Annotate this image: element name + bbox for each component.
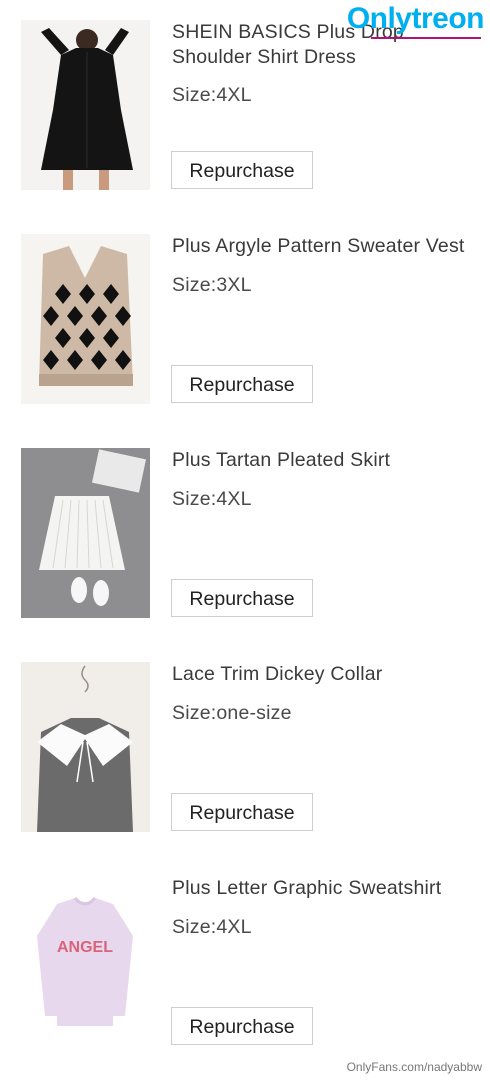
repurchase-button[interactable]: Repurchase <box>171 151 313 189</box>
product-size: Size:3XL <box>172 274 252 296</box>
product-size: Size:one-size <box>172 702 292 724</box>
shirt-dress-picture <box>21 20 150 190</box>
pleated-skirt-picture <box>21 448 150 618</box>
product-image-lace-collar[interactable] <box>21 662 150 832</box>
watermark-underline <box>371 37 481 39</box>
order-item: SHEIN BASICS Plus Drop Shoulder Shirt Dr… <box>0 20 490 234</box>
product-title: Plus Tartan Pleated Skirt <box>172 449 391 471</box>
footer-watermark: OnlyFans.com/nadyabbw <box>346 1060 482 1074</box>
product-title: Plus Letter Graphic Sweatshirt <box>172 877 442 899</box>
product-image-white-pleated-skirt[interactable] <box>21 448 150 618</box>
watermark-treon: treon <box>411 2 485 35</box>
svg-text:ANGEL: ANGEL <box>57 939 113 956</box>
order-item: Plus Argyle Pattern Sweater Vest Size:3X… <box>0 234 490 448</box>
order-item: ANGEL Plus Letter Graphic Sweatshirt Siz… <box>0 876 490 1090</box>
sweater-vest-picture <box>21 234 150 404</box>
product-size: Size:4XL <box>172 488 252 510</box>
repurchase-button[interactable]: Repurchase <box>171 1007 313 1045</box>
product-title: Plus Argyle Pattern Sweater Vest <box>172 235 465 257</box>
brand-watermark-text: Onlytreon <box>346 2 485 36</box>
repurchase-button[interactable]: Repurchase <box>171 579 313 617</box>
lace-collar-picture <box>21 662 150 832</box>
product-size: Size:4XL <box>172 84 252 106</box>
repurchase-button[interactable]: Repurchase <box>171 793 313 831</box>
watermark-only: Only <box>346 2 412 35</box>
product-title: Lace Trim Dickey Collar <box>172 663 383 685</box>
sweatshirt-picture: ANGEL <box>21 876 150 1046</box>
product-image-lilac-sweatshirt[interactable]: ANGEL <box>21 876 150 1046</box>
product-size: Size:4XL <box>172 916 252 938</box>
product-image-argyle-sweater-vest[interactable] <box>21 234 150 404</box>
order-item: Lace Trim Dickey Collar Size:one-size Re… <box>0 662 490 876</box>
order-item: Plus Tartan Pleated Skirt Size:4XL Repur… <box>0 448 490 662</box>
product-image-black-shirt-dress[interactable] <box>21 20 150 190</box>
brand-watermark: Onlytreon <box>324 2 485 39</box>
repurchase-button[interactable]: Repurchase <box>171 365 313 403</box>
